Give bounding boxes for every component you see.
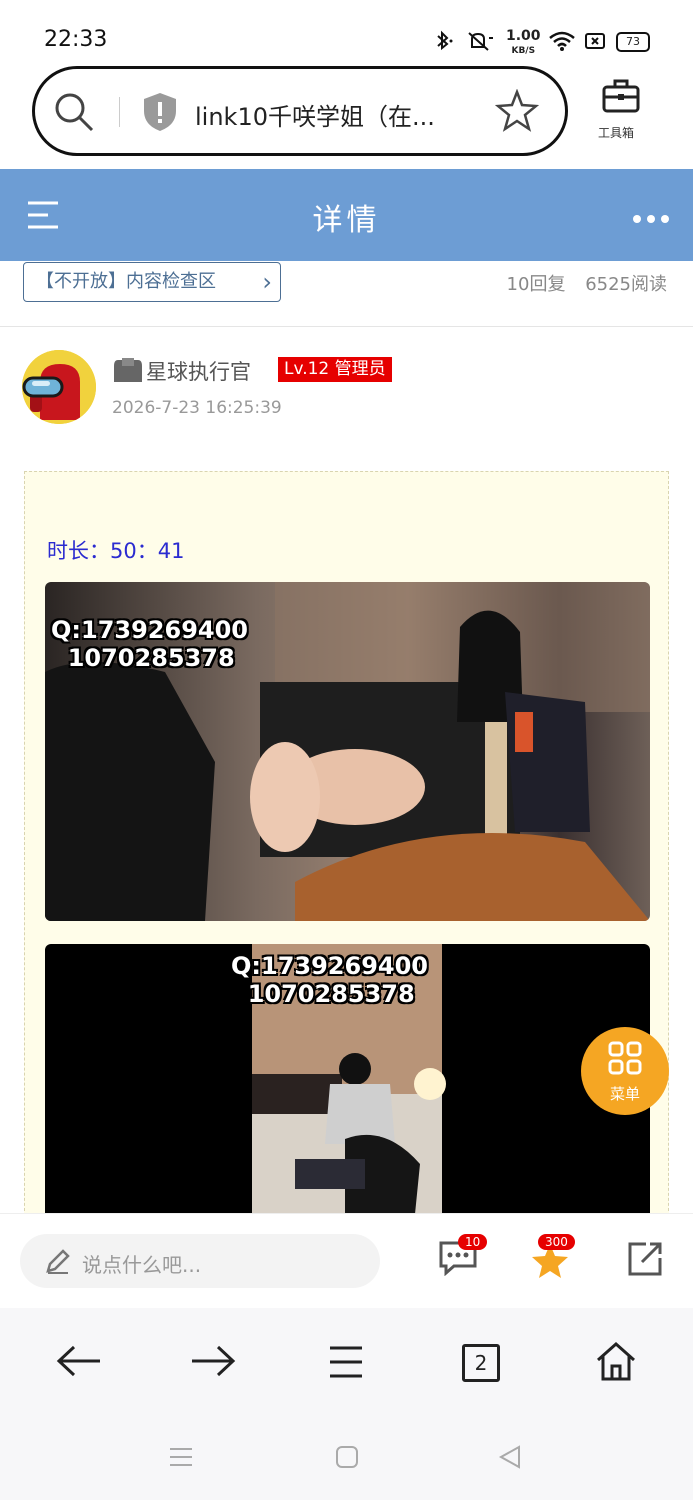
net-speed-unit: KB/S xyxy=(511,46,536,56)
view-count: 6525阅读 xyxy=(585,274,667,295)
comment-placeholder: 说点什么吧... xyxy=(82,1253,202,1277)
page-title: 详情 xyxy=(312,203,381,238)
pencil-icon xyxy=(44,1247,72,1279)
chevron-right-icon: › xyxy=(262,268,272,296)
tabs-icon[interactable]: 2 xyxy=(462,1344,500,1382)
floating-menu-button[interactable]: 菜单 xyxy=(581,1027,669,1115)
avatar[interactable] xyxy=(22,350,96,424)
search-icon[interactable] xyxy=(53,91,95,137)
back-icon[interactable] xyxy=(56,1344,102,1382)
recent-apps-icon[interactable] xyxy=(168,1446,194,1472)
floating-menu-label: 菜单 xyxy=(609,1085,640,1103)
post-content: 时长：50：41 Q:1739269400 1070285378 Q:17392… xyxy=(24,471,669,1234)
net-speed-value: 1.00 xyxy=(506,28,541,44)
shield-icon xyxy=(141,91,179,137)
post-stats: 10回复 6525阅读 xyxy=(507,270,667,296)
comment-count-badge: 10 xyxy=(458,1234,488,1250)
divider xyxy=(0,326,693,327)
comment-input[interactable]: 说点什么吧... xyxy=(20,1234,380,1288)
board-link[interactable]: 【不开放】内容检查区 › xyxy=(23,262,281,302)
net-speed: 1.00 KB/S xyxy=(506,28,541,58)
home-button-icon[interactable] xyxy=(335,1445,359,1473)
system-nav-bar xyxy=(0,1428,693,1500)
favorite-count-badge: 300 xyxy=(538,1234,575,1250)
watermark-text: Q:1739269400 1070285378 xyxy=(231,952,428,1008)
level-badge: Lv.12 管理员 xyxy=(278,357,392,382)
post-time: 2026-7-23 16:25:39 xyxy=(112,398,282,418)
author-name[interactable]: 星球执行官 xyxy=(146,356,251,386)
browser-nav-bar: 2 xyxy=(0,1308,693,1428)
grid-icon xyxy=(608,1041,642,1079)
watermark-text: Q:1739269400 1070285378 xyxy=(51,616,248,672)
post-image[interactable]: Q:1739269400 1070285378 xyxy=(45,582,650,921)
forward-icon[interactable] xyxy=(190,1344,236,1382)
reply-count: 10回复 xyxy=(506,274,566,295)
address-bar[interactable]: link10千咲学姐（在... xyxy=(32,66,568,156)
battery-icon: 73 xyxy=(616,32,650,52)
duration-text: 时长：50：41 xyxy=(47,539,185,563)
mute-icon xyxy=(466,30,494,57)
toolbox-label[interactable]: 工具箱 xyxy=(598,124,634,141)
board-label: 【不开放】内容检查区 xyxy=(36,271,216,292)
toolbox-icon[interactable] xyxy=(602,78,640,118)
comment-bar: 说点什么吧... 10 300 xyxy=(0,1213,693,1309)
back-button-icon[interactable] xyxy=(497,1444,523,1474)
user-rank-icon xyxy=(110,356,146,390)
url-text[interactable]: link10千咲学姐（在... xyxy=(195,97,435,132)
home-icon[interactable] xyxy=(594,1340,638,1386)
more-icon[interactable] xyxy=(632,209,670,228)
bluetooth-icon xyxy=(432,30,454,57)
wifi-icon xyxy=(548,30,576,57)
share-icon[interactable] xyxy=(626,1240,664,1282)
sim-icon xyxy=(584,30,606,57)
menu-icon[interactable] xyxy=(328,1344,364,1384)
post-image[interactable]: Q:1739269400 1070285378 xyxy=(45,944,650,1234)
status-time: 22:33 xyxy=(44,27,108,52)
divider xyxy=(119,97,120,127)
status-bar: 22:33 1.00 KB/S 73 xyxy=(0,0,693,64)
page-header: 详情 xyxy=(0,169,693,261)
star-icon[interactable] xyxy=(494,88,540,137)
